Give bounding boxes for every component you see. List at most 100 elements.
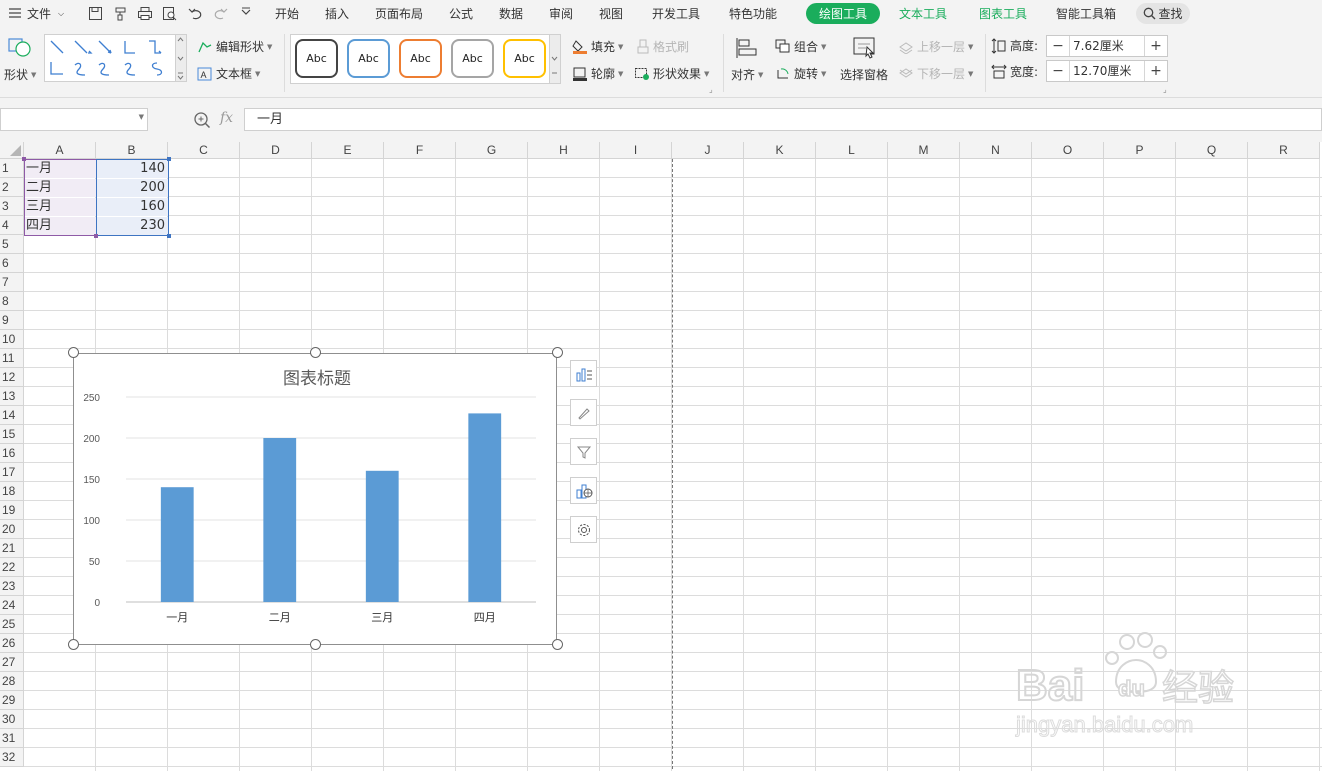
spreadsheet-grid[interactable]: ABCDEFGHIJKLMNOPQR 1 2 3 4 5 6 7 8 9 10 11 12 13 14 15… — [0, 142, 1322, 771]
row-header-3[interactable]: 3 — [0, 197, 24, 216]
column-header-p[interactable]: P — [1104, 142, 1176, 159]
column-header-b[interactable]: B — [96, 142, 168, 159]
resize-handle-top[interactable] — [310, 347, 321, 358]
print-preview-icon[interactable] — [162, 5, 178, 21]
row-header-23[interactable]: 23 — [0, 577, 24, 596]
print-icon[interactable] — [137, 5, 153, 21]
redo-icon[interactable] — [212, 5, 228, 21]
height-stepper[interactable]: − 7.62厘米 + — [1046, 35, 1168, 57]
online-chart-button[interactable] — [570, 477, 597, 504]
row-header-31[interactable]: 31 — [0, 729, 24, 748]
dialog-launcher-icon[interactable]: ⌟ — [709, 85, 713, 94]
tab-special-features[interactable]: 特色功能 — [729, 5, 777, 22]
width-increase-button[interactable]: + — [1145, 61, 1167, 81]
row-header-18[interactable]: 18 — [0, 482, 24, 501]
row-header-25[interactable]: 25 — [0, 615, 24, 634]
column-header-k[interactable]: K — [744, 142, 816, 159]
row-header-10[interactable]: 10 — [0, 330, 24, 349]
row-header-11[interactable]: 11 — [0, 349, 24, 368]
name-box[interactable]: ▼ — [0, 108, 148, 131]
column-header-q[interactable]: Q — [1176, 142, 1248, 159]
tab-page-layout[interactable]: 页面布局 — [375, 5, 423, 22]
tab-data[interactable]: 数据 — [499, 5, 523, 22]
column-header-h[interactable]: H — [528, 142, 600, 159]
row-header-15[interactable]: 15 — [0, 425, 24, 444]
column-header-m[interactable]: M — [888, 142, 960, 159]
column-header-c[interactable]: C — [168, 142, 240, 159]
column-header-g[interactable]: G — [456, 142, 528, 159]
shape-style-2[interactable]: Abc — [347, 39, 390, 78]
tab-drawing-tools[interactable]: 绘图工具 — [806, 3, 880, 24]
range-handle[interactable] — [94, 234, 98, 238]
shape-effect-button[interactable]: 形状效果 ▼ — [634, 65, 709, 82]
formula-input[interactable]: 一月 — [244, 108, 1322, 131]
edit-shape-button[interactable]: 编辑形状 ▼ — [197, 38, 272, 55]
fill-button[interactable]: 填充 ▼ — [572, 38, 623, 55]
range-handle[interactable] — [167, 157, 171, 161]
search-button[interactable]: 查找 — [1136, 3, 1190, 24]
column-header-o[interactable]: O — [1032, 142, 1104, 159]
tab-review[interactable]: 审阅 — [549, 5, 573, 22]
row-header-8[interactable]: 8 — [0, 292, 24, 311]
row-header-27[interactable]: 27 — [0, 653, 24, 672]
row-header-9[interactable]: 9 — [0, 311, 24, 330]
tab-home[interactable]: 开始 — [275, 5, 299, 22]
row-header-19[interactable]: 19 — [0, 501, 24, 520]
file-menu-chevron-icon[interactable]: ⌵ — [58, 9, 64, 19]
row-header-30[interactable]: 30 — [0, 710, 24, 729]
width-stepper[interactable]: − 12.70厘米 + — [1046, 60, 1168, 82]
shape-gallery[interactable] — [44, 34, 176, 82]
row-header-20[interactable]: 20 — [0, 520, 24, 539]
file-menu[interactable]: 文件 — [27, 5, 51, 22]
selection-pane-button[interactable]: 选择窗格 — [840, 66, 888, 83]
height-input[interactable]: 7.62厘米 — [1069, 36, 1145, 56]
column-header-i[interactable]: I — [600, 142, 672, 159]
tab-text-tools[interactable]: 文本工具 — [899, 5, 947, 22]
row-header-14[interactable]: 14 — [0, 406, 24, 425]
row-header-17[interactable]: 17 — [0, 463, 24, 482]
bring-forward-button[interactable]: 上移一层 ▼ — [898, 38, 973, 55]
row-header-28[interactable]: 28 — [0, 672, 24, 691]
selection-pane-icon[interactable] — [852, 36, 878, 60]
fx-icon[interactable]: fx — [220, 110, 233, 126]
row-header-16[interactable]: 16 — [0, 444, 24, 463]
customize-quick-access-icon[interactable] — [238, 5, 254, 21]
row-header-4[interactable]: 4 — [0, 216, 24, 235]
resize-handle-bottom[interactable] — [310, 639, 321, 650]
shape-style-5[interactable]: Abc — [503, 39, 546, 78]
align-icon[interactable] — [735, 36, 759, 60]
hamburger-menu-icon[interactable] — [7, 5, 23, 21]
rotate-button[interactable]: 旋转 ▼ — [775, 65, 826, 82]
chart-object[interactable]: 图表标题 0 50 100 150 200 250 一月 二月 三月 四月 — [73, 353, 557, 645]
row-header-24[interactable]: 24 — [0, 596, 24, 615]
name-box-caret-icon[interactable]: ▼ — [139, 113, 144, 121]
tab-chart-tools[interactable]: 图表工具 — [979, 5, 1027, 22]
width-decrease-button[interactable]: − — [1047, 61, 1069, 81]
textbox-button[interactable]: A 文本框 ▼ — [197, 65, 260, 82]
resize-handle-top-right[interactable] — [552, 347, 563, 358]
column-header-d[interactable]: D — [240, 142, 312, 159]
height-decrease-button[interactable]: − — [1047, 36, 1069, 56]
row-header-6[interactable]: 6 — [0, 254, 24, 273]
width-input[interactable]: 12.70厘米 — [1069, 61, 1145, 81]
column-header-r[interactable]: R — [1248, 142, 1320, 159]
group-button[interactable]: 组合 ▼ — [775, 38, 826, 55]
row-header-32[interactable]: 32 — [0, 748, 24, 767]
column-header-j[interactable]: J — [672, 142, 744, 159]
height-increase-button[interactable]: + — [1145, 36, 1167, 56]
chart-settings-button[interactable] — [570, 516, 597, 543]
send-backward-button[interactable]: 下移一层 ▼ — [898, 65, 973, 82]
row-header-21[interactable]: 21 — [0, 539, 24, 558]
size-dialog-launcher-icon[interactable]: ⌟ — [1163, 85, 1167, 94]
resize-handle-bottom-left[interactable] — [68, 639, 79, 650]
resize-handle-top-left[interactable] — [68, 347, 79, 358]
range-handle[interactable] — [167, 234, 171, 238]
chart-styles-button[interactable] — [570, 399, 597, 426]
align-button[interactable]: 对齐 ▼ — [731, 66, 763, 83]
shape-style-gallery[interactable]: Abc Abc Abc Abc Abc — [290, 34, 550, 84]
shape-style-4[interactable]: Abc — [451, 39, 494, 78]
chart-filter-button[interactable] — [570, 438, 597, 465]
row-header-7[interactable]: 7 — [0, 273, 24, 292]
shape-button[interactable]: 形状 ▼ — [4, 66, 36, 83]
tab-formulas[interactable]: 公式 — [449, 5, 473, 22]
